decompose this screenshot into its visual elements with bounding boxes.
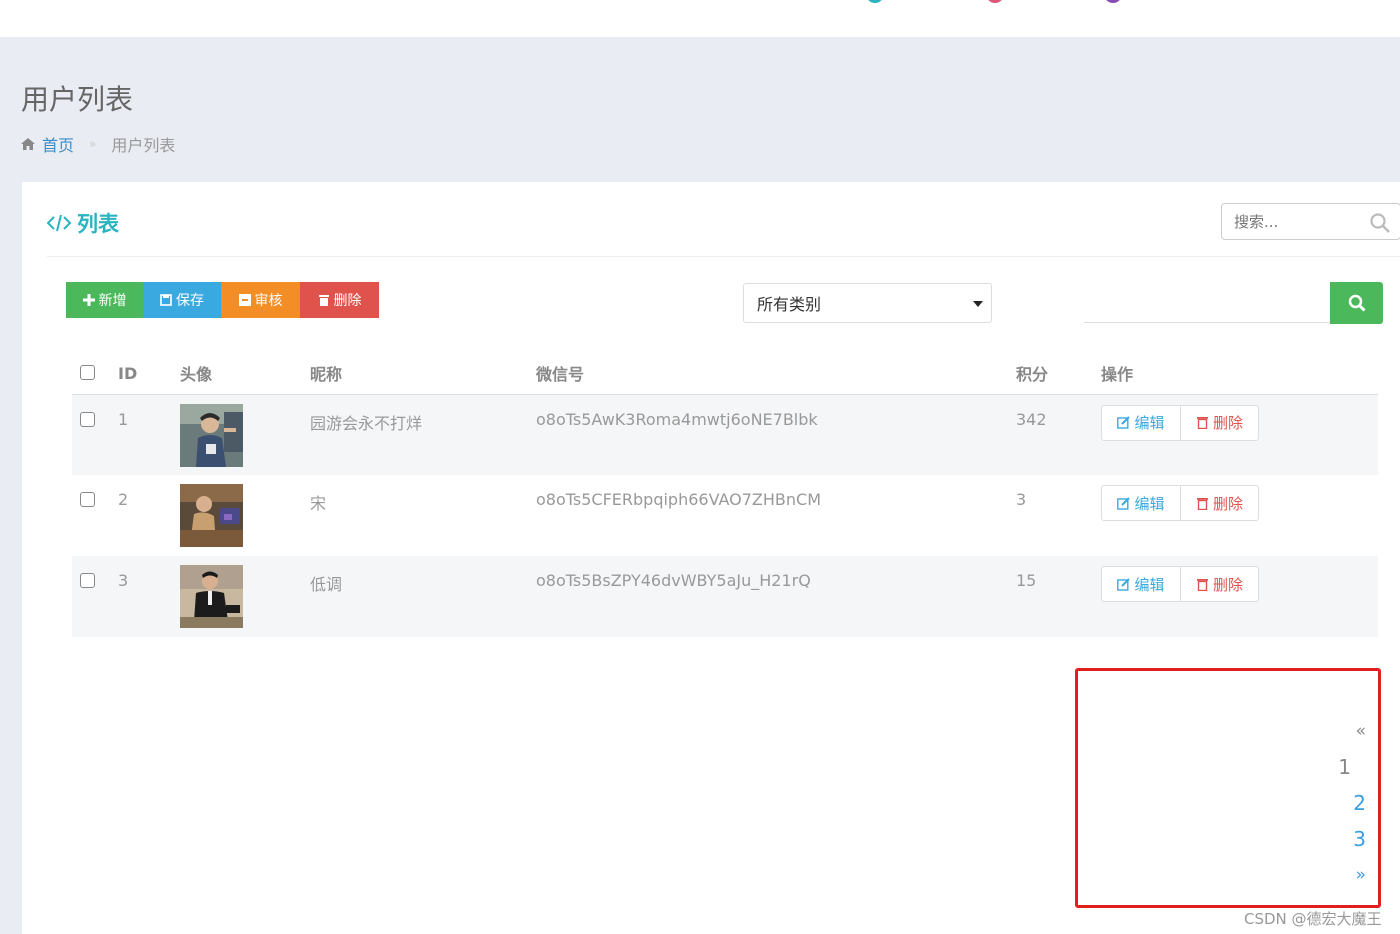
user-table: ID 头像 昵称 微信号 积分 操作 1 园游会永不打烊 o8oTs5AwK3R…	[72, 353, 1378, 637]
top-dot-purple	[1104, 0, 1122, 3]
delete-button-label: 删除	[333, 292, 362, 308]
row-nickname: 宋	[310, 494, 327, 513]
delete-button[interactable]: 删除	[300, 282, 379, 318]
search-icon[interactable]	[1370, 213, 1390, 233]
delete-row-button[interactable]: 删除	[1181, 485, 1259, 521]
row-wechat: o8oTs5BsZPY46dvWBY5aJu_H21rQ	[536, 571, 811, 590]
category-select-value: 所有类别	[757, 295, 822, 314]
panel-divider	[47, 256, 1400, 257]
trash-icon	[1196, 497, 1208, 510]
breadcrumb-separator: »	[89, 137, 97, 151]
row-nickname: 低调	[310, 575, 343, 594]
delete-row-button[interactable]: 删除	[1181, 404, 1259, 441]
search-placeholder: 搜索...	[1234, 213, 1279, 231]
delete-row-label: 删除	[1212, 494, 1243, 513]
row-points: 3	[1016, 490, 1027, 509]
pagination: « 1 2 3 »	[1338, 713, 1366, 893]
breadcrumb: 首页 » 用户列表	[21, 132, 175, 156]
table-row: 3 低调 o8oTs5BsZPY46dvWBY5aJu_H21rQ 15 编辑	[72, 556, 1378, 637]
delete-row-label: 删除	[1212, 575, 1243, 594]
delete-row-button[interactable]: 删除	[1181, 566, 1259, 602]
breadcrumb-home-link[interactable]: 首页	[42, 132, 74, 156]
edit-button-label: 编辑	[1134, 494, 1165, 513]
col-actions: 操作	[1101, 353, 1378, 395]
table-header-row: ID 头像 昵称 微信号 积分 操作	[72, 353, 1378, 395]
audit-button[interactable]: 审核	[221, 282, 300, 318]
pagination-page-3[interactable]: 3	[1353, 821, 1366, 857]
select-all-checkbox[interactable]	[80, 365, 95, 381]
col-points: 积分	[1016, 353, 1101, 395]
page-title: 用户列表	[21, 83, 134, 116]
row-id: 2	[118, 490, 129, 509]
col-id: ID	[118, 353, 180, 395]
row-checkbox[interactable]	[80, 573, 95, 588]
search-icon	[1348, 294, 1366, 312]
toolbar: 新增 保存 审核 删除	[66, 282, 379, 318]
panel-title: 列表	[77, 212, 119, 236]
watermark: CSDN @德宏大魔王	[1244, 910, 1382, 928]
top-bar	[0, 0, 1400, 37]
pagination-highlight-frame: « 1 2 3 »	[1075, 668, 1381, 908]
delete-row-label: 删除	[1212, 414, 1243, 432]
search-button[interactable]	[1330, 282, 1383, 324]
edit-icon	[1117, 416, 1131, 429]
avatar	[180, 484, 243, 547]
edit-icon	[1117, 496, 1131, 510]
pagination-next[interactable]: »	[1356, 857, 1366, 893]
edit-button-label: 编辑	[1134, 575, 1165, 594]
keyword-input[interactable]	[1084, 283, 1330, 323]
search-input[interactable]: 搜索...	[1221, 203, 1400, 240]
audit-button-label: 审核	[254, 292, 283, 308]
plus-icon	[82, 294, 95, 306]
row-points: 15	[1016, 571, 1037, 590]
save-icon	[160, 294, 172, 306]
col-avatar: 头像	[180, 353, 310, 395]
row-actions: 编辑 删除	[1101, 566, 1378, 602]
edit-button[interactable]: 编辑	[1101, 485, 1181, 521]
top-dot-teal	[866, 0, 884, 3]
chevron-down-icon	[973, 301, 983, 307]
trash-icon	[318, 295, 329, 306]
avatar	[180, 403, 243, 467]
pagination-prev[interactable]: «	[1356, 713, 1366, 749]
row-wechat: o8oTs5CFERbpqiph66VAO7ZHBnCM	[536, 490, 822, 509]
pagination-page-2[interactable]: 2	[1353, 785, 1366, 821]
col-wechat: 微信号	[536, 353, 1016, 395]
edit-icon	[1117, 577, 1131, 591]
row-actions: 编辑 删除	[1101, 485, 1378, 521]
save-button-label: 保存	[176, 292, 204, 308]
save-button[interactable]: 保存	[143, 282, 221, 318]
row-wechat: o8oTs5AwK3Roma4mwtj6oNE7Blbk	[536, 409, 818, 429]
trash-icon	[1196, 417, 1208, 429]
code-icon	[47, 214, 71, 232]
col-nickname: 昵称	[310, 353, 536, 395]
row-id: 1	[118, 409, 129, 429]
edit-button[interactable]: 编辑	[1101, 566, 1181, 602]
trash-icon	[1196, 578, 1208, 591]
row-id: 3	[118, 571, 129, 590]
breadcrumb-current: 用户列表	[111, 136, 176, 155]
home-icon	[21, 138, 35, 150]
top-dot-pink	[986, 0, 1004, 3]
row-actions: 编辑 删除	[1101, 404, 1378, 441]
edit-button[interactable]: 编辑	[1101, 404, 1181, 441]
category-select[interactable]: 所有类别	[743, 283, 992, 323]
avatar	[180, 565, 243, 628]
row-nickname: 园游会永不打烊	[310, 413, 423, 433]
add-button[interactable]: 新增	[66, 282, 143, 318]
add-button-label: 新增	[98, 292, 127, 308]
row-checkbox[interactable]	[80, 411, 95, 427]
table-row: 1 园游会永不打烊 o8oTs5AwK3Roma4mwtj6oNE7Blbk 3…	[72, 394, 1378, 475]
audit-icon	[238, 294, 251, 306]
row-points: 342	[1016, 409, 1047, 429]
edit-button-label: 编辑	[1134, 414, 1165, 432]
pagination-page-1[interactable]: 1	[1338, 749, 1366, 785]
row-checkbox[interactable]	[80, 492, 95, 507]
table-row: 2 宋 o8oTs5CFERbpqiph66VAO7ZHBnCM 3 编辑 删除	[72, 475, 1378, 556]
panel-heading: 列表	[47, 208, 119, 238]
